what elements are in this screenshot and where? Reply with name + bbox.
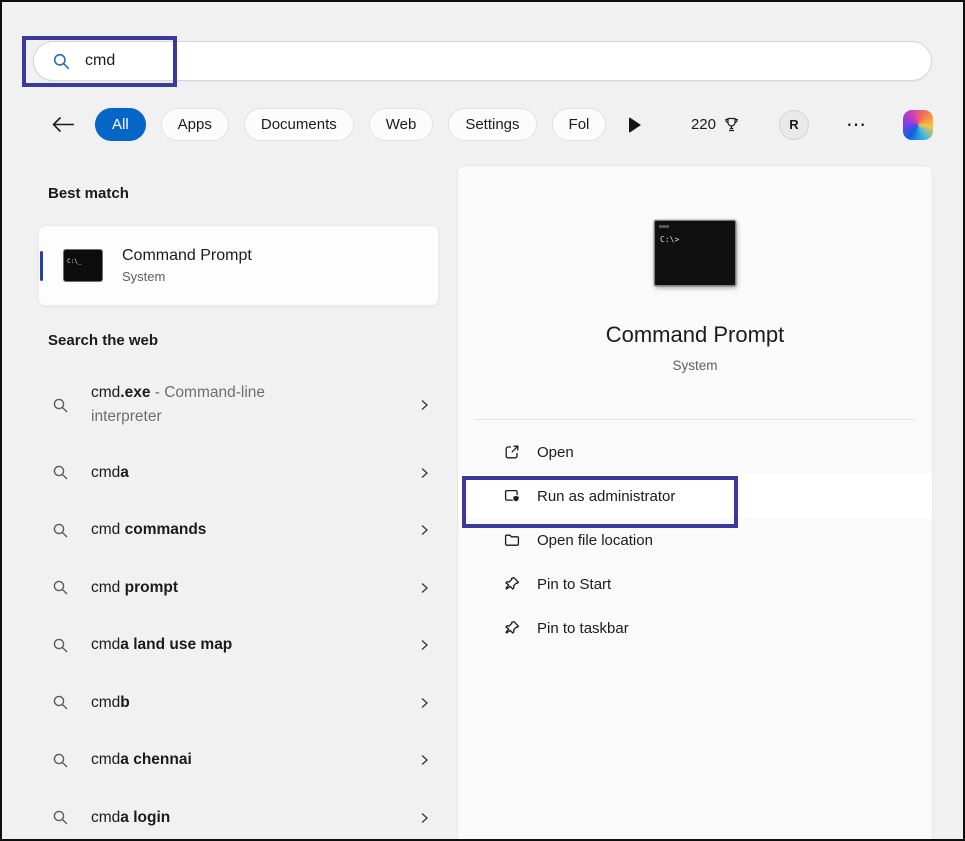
- more-options-icon[interactable]: ⋯: [846, 115, 866, 135]
- suggestion-text: cmda land use map: [91, 636, 233, 654]
- web-suggestions-list: cmd.exe - Command-line interpreter cmda …: [38, 366, 439, 839]
- results-column: Best match C:\_ Command Prompt System Se…: [38, 141, 439, 839]
- search-highlights-icon[interactable]: [629, 116, 642, 133]
- search-icon: [52, 752, 69, 769]
- search-filter-toolbar: All Apps Documents Web Settings Fol 220 …: [52, 108, 933, 141]
- search-icon: [52, 637, 69, 654]
- search-icon: [52, 694, 69, 711]
- rewards-counter[interactable]: 220: [691, 116, 740, 133]
- open-icon: [503, 443, 521, 461]
- pin-icon: [503, 575, 521, 593]
- best-match-subtitle: System: [122, 269, 166, 284]
- search-results-area: Best match C:\_ Command Prompt System Se…: [38, 141, 933, 839]
- suggestion-text: cmd.exe - Command-line interpreter: [91, 383, 270, 425]
- web-suggestion-row[interactable]: cmdb: [38, 674, 439, 732]
- web-suggestion-row[interactable]: cmda chennai: [38, 732, 439, 790]
- search-input[interactable]: [85, 52, 913, 70]
- tab-settings[interactable]: Settings: [448, 108, 537, 141]
- search-icon: [52, 464, 69, 481]
- tab-apps[interactable]: Apps: [160, 108, 229, 141]
- web-suggestion-row[interactable]: cmd.exe - Command-line interpreter: [38, 366, 439, 444]
- chevron-right-icon[interactable]: [417, 466, 431, 480]
- web-suggestion-row[interactable]: cmda: [38, 444, 439, 502]
- chevron-right-icon[interactable]: [417, 696, 431, 710]
- chevron-right-icon[interactable]: [417, 753, 431, 767]
- web-suggestion-row[interactable]: cmda login: [38, 789, 439, 839]
- search-the-web-header: Search the web: [48, 332, 159, 349]
- preview-title: Command Prompt: [605, 322, 785, 347]
- best-match-header: Best match: [48, 185, 129, 202]
- action-open[interactable]: Open: [458, 430, 932, 474]
- tab-web[interactable]: Web: [368, 108, 434, 141]
- divider: [475, 419, 915, 420]
- suggestion-text: cmda: [91, 463, 129, 481]
- suggestion-text: cmda chennai: [91, 751, 192, 769]
- search-icon: [52, 522, 69, 539]
- action-label: Pin to Start: [537, 575, 612, 593]
- action-list: Open Run as administrator Open file loca…: [458, 430, 932, 650]
- back-button[interactable]: [52, 116, 75, 133]
- rewards-points: 220: [690, 116, 716, 133]
- action-pin-to-start[interactable]: Pin to Start: [458, 562, 932, 606]
- preview-panel: C:\> Command Prompt System Open Run as a…: [457, 165, 933, 839]
- best-match-title: Command Prompt: [122, 247, 252, 264]
- search-icon: [52, 809, 69, 826]
- search-bar[interactable]: [33, 41, 932, 81]
- tab-documents[interactable]: Documents: [243, 108, 354, 141]
- chevron-right-icon[interactable]: [417, 811, 431, 825]
- chevron-right-icon[interactable]: [417, 398, 431, 412]
- web-suggestion-row[interactable]: cmd prompt: [38, 559, 439, 617]
- preview-subtitle: System: [672, 358, 718, 373]
- command-prompt-icon-large: C:\>: [654, 220, 736, 286]
- run-as-admin-icon: [503, 487, 521, 505]
- action-label: Open file location: [537, 531, 653, 549]
- suggestion-text: cmdb: [91, 693, 130, 711]
- action-label: Pin to taskbar: [537, 619, 629, 637]
- web-suggestion-row[interactable]: cmd commands: [38, 502, 439, 560]
- copilot-icon[interactable]: [903, 109, 933, 140]
- best-match-texts: Command Prompt System: [122, 247, 252, 284]
- action-label: Run as administrator: [537, 487, 676, 505]
- suggestion-text: cmda login: [91, 808, 171, 826]
- action-run-as-administrator[interactable]: Run as administrator: [458, 474, 932, 518]
- command-prompt-icon: C:\_: [63, 249, 103, 282]
- chevron-right-icon[interactable]: [417, 638, 431, 652]
- action-pin-to-taskbar[interactable]: Pin to taskbar: [458, 606, 932, 650]
- search-icon: [52, 579, 69, 596]
- search-icon: [52, 52, 71, 71]
- search-icon: [52, 397, 69, 414]
- tab-all[interactable]: All: [95, 108, 146, 141]
- avatar[interactable]: R: [779, 109, 809, 140]
- selection-accent-bar: [40, 250, 43, 281]
- chevron-right-icon[interactable]: [417, 581, 431, 595]
- folder-icon: [503, 531, 521, 549]
- suggestion-text: cmd prompt: [91, 578, 178, 596]
- pin-icon: [503, 619, 521, 637]
- best-match-item[interactable]: C:\_ Command Prompt System: [38, 225, 439, 306]
- chevron-right-icon[interactable]: [417, 523, 431, 537]
- start-search-window: All Apps Documents Web Settings Fol 220 …: [0, 0, 965, 841]
- action-label: Open: [537, 443, 574, 461]
- back-arrow-icon: [52, 116, 75, 133]
- tab-folders[interactable]: Fol: [551, 108, 607, 141]
- preview-header: C:\> Command Prompt System: [458, 166, 932, 373]
- action-open-file-location[interactable]: Open file location: [458, 518, 932, 562]
- rewards-trophy-icon: [723, 116, 740, 133]
- suggestion-text: cmd commands: [91, 521, 207, 539]
- web-suggestion-row[interactable]: cmda land use map: [38, 617, 439, 675]
